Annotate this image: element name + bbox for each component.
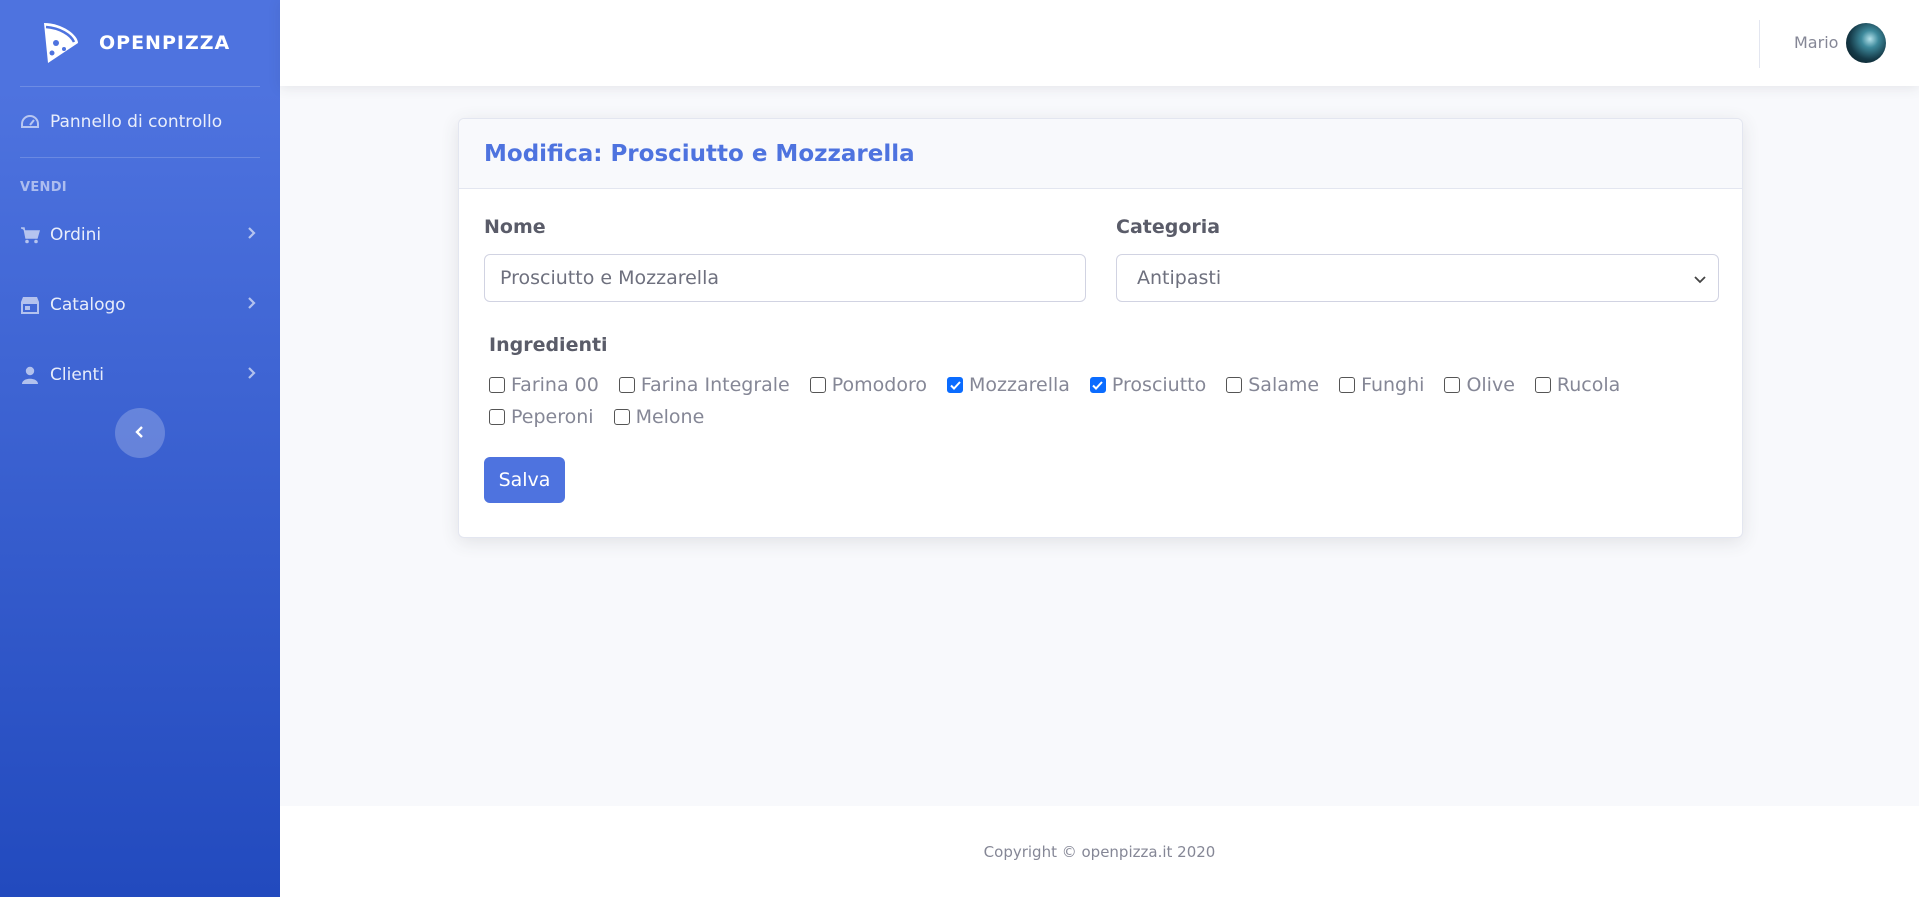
- ingredients-checklist: Farina 00 Farina Integrale Pomodoro Mozzare…: [489, 374, 1729, 428]
- checkbox-icon[interactable]: [1226, 377, 1243, 393]
- ingredient-label: Salame: [1248, 374, 1320, 396]
- sidebar-item-label: Clienti: [50, 365, 104, 385]
- chevron-right-icon: [247, 225, 256, 245]
- categoria-label: Categoria: [1116, 216, 1221, 238]
- checkbox-icon[interactable]: [1444, 377, 1461, 393]
- topbar: Mario: [280, 0, 1919, 86]
- categoria-select[interactable]: Antipasti: [1116, 254, 1719, 302]
- checkbox-icon[interactable]: [618, 377, 635, 393]
- save-button[interactable]: Salva: [484, 457, 565, 503]
- sidebar-item-clienti[interactable]: Clienti: [0, 340, 280, 410]
- categoria-select-value: Antipasti: [1137, 267, 1222, 289]
- nome-label: Nome: [484, 216, 546, 238]
- ingredient-checkbox[interactable]: Prosciutto: [1089, 374, 1207, 396]
- ingredient-label: Peperoni: [511, 406, 594, 428]
- sidebar-item-dashboard[interactable]: Pannello di controllo: [0, 87, 280, 157]
- checkbox-icon[interactable]: [1534, 377, 1551, 393]
- ingredient-label: Funghi: [1361, 374, 1425, 396]
- store-icon: [20, 295, 40, 315]
- ingredient-checkbox[interactable]: Farina Integrale: [618, 374, 790, 396]
- chevron-right-icon: [247, 295, 256, 315]
- checkbox-checked-icon[interactable]: [1089, 377, 1106, 393]
- sidebar-item-ordini[interactable]: Ordini: [0, 200, 280, 270]
- chevron-left-icon: [135, 424, 145, 443]
- ingredient-checkbox[interactable]: Melone: [613, 406, 705, 428]
- ingredient-label: Rucola: [1556, 374, 1621, 396]
- ingredient-checkbox[interactable]: Mozzarella: [947, 374, 1070, 396]
- section-heading: VENDI: [20, 180, 67, 195]
- ingredient-checkbox[interactable]: Rucola: [1534, 374, 1621, 396]
- checkbox-icon[interactable]: [809, 377, 826, 393]
- ingredient-checkbox[interactable]: Olive: [1444, 374, 1515, 396]
- avatar[interactable]: [1846, 23, 1886, 63]
- page-title: Modifica: Prosciutto e Mozzarella: [484, 140, 915, 167]
- ingredient-label: Farina 00: [511, 374, 599, 396]
- footer: Copyright © openpizza.it 2020: [280, 806, 1919, 897]
- edit-product-card: Modifica: Prosciutto e Mozzarella Nome P…: [458, 118, 1743, 538]
- checkbox-icon[interactable]: [613, 409, 630, 425]
- ingredient-label: Melone: [635, 406, 705, 428]
- ingredient-label: Mozzarella: [969, 374, 1070, 396]
- ingredienti-label: Ingredienti: [489, 334, 608, 356]
- nome-input-value: Prosciutto e Mozzarella: [500, 267, 719, 289]
- chevron-down-icon: [1694, 267, 1706, 289]
- chevron-right-icon: [247, 365, 256, 385]
- ingredient-label: Farina Integrale: [640, 374, 790, 396]
- brand-name: OPENPIZZA: [99, 32, 231, 54]
- sidebar-item-label: Pannello di controllo: [50, 112, 223, 132]
- checkbox-icon[interactable]: [489, 377, 505, 393]
- nome-input[interactable]: Prosciutto e Mozzarella: [484, 254, 1086, 302]
- sidebar-toggle-button[interactable]: [115, 408, 165, 458]
- user-name[interactable]: Mario: [1794, 33, 1838, 52]
- sidebar-item-label: Catalogo: [50, 295, 126, 315]
- sidebar-item-label: Ordini: [50, 225, 102, 245]
- ingredient-checkbox[interactable]: Peperoni: [489, 406, 594, 428]
- ingredient-label: Olive: [1466, 374, 1515, 396]
- checkbox-icon[interactable]: [1339, 377, 1356, 393]
- ingredient-checkbox[interactable]: Funghi: [1339, 374, 1424, 396]
- tachometer-icon: [20, 112, 40, 132]
- ingredient-label: Pomodoro: [831, 374, 927, 396]
- card-header: Modifica: Prosciutto e Mozzarella: [459, 119, 1742, 189]
- cart-icon: [20, 225, 40, 245]
- user-icon: [20, 365, 40, 385]
- brand[interactable]: OPENPIZZA: [0, 0, 280, 86]
- checkbox-checked-icon[interactable]: [947, 377, 963, 393]
- copyright-text: Copyright © openpizza.it 2020: [983, 843, 1216, 861]
- topbar-divider: [1759, 20, 1760, 68]
- sidebar: OPENPIZZA Pannello di controllo VENDI Or…: [0, 0, 280, 897]
- checkbox-icon[interactable]: [489, 409, 505, 425]
- ingredient-label: Prosciutto: [1111, 374, 1207, 396]
- ingredient-checkbox[interactable]: Farina 00: [489, 374, 599, 396]
- ingredient-checkbox[interactable]: Pomodoro: [809, 374, 927, 396]
- pizza-slice-icon: [40, 21, 80, 65]
- ingredient-checkbox[interactable]: Salame: [1226, 374, 1319, 396]
- sidebar-item-catalogo[interactable]: Catalogo: [0, 270, 280, 340]
